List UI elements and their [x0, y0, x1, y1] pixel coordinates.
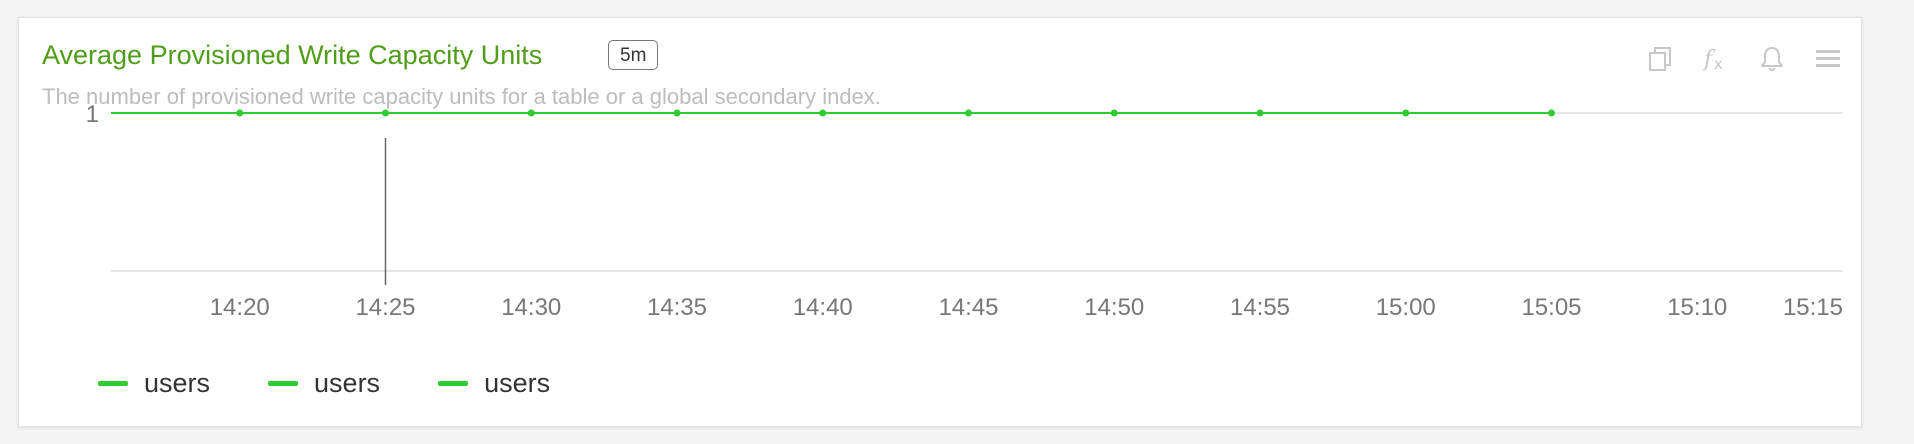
legend-label: users — [144, 368, 211, 398]
x-tick-label: 15:00 — [1376, 294, 1436, 321]
data-point — [381, 109, 389, 117]
data-point — [819, 109, 827, 117]
data-point — [964, 109, 972, 117]
x-tick-label: 14:55 — [1230, 294, 1290, 321]
chart-panel: Average Provisioned Write Capacity Units… — [18, 17, 1862, 427]
legend-item[interactable]: users — [268, 368, 380, 399]
data-point — [673, 109, 681, 117]
y-tick-label: 1 — [86, 101, 99, 128]
legend-swatch — [98, 381, 128, 386]
data-point — [1547, 109, 1555, 117]
x-tick-label: 14:50 — [1084, 294, 1144, 321]
legend-swatch — [268, 381, 299, 386]
legend-item[interactable]: users — [438, 368, 550, 399]
x-tick-label: 14:30 — [501, 294, 561, 321]
legend-label: users — [484, 368, 551, 398]
line-chart[interactable]: 1 14:20 14:25 14:30 14:35 14:40 14:45 14:50 14:5… — [19, 18, 1863, 428]
legend-label: users — [314, 368, 381, 398]
x-tick-label: 14:45 — [938, 294, 998, 321]
x-tick-label: 15:05 — [1521, 294, 1581, 321]
x-tick-label: 15:10 — [1667, 294, 1727, 321]
x-tick-label: 14:25 — [355, 294, 415, 321]
x-tick-label: 14:20 — [210, 294, 270, 321]
data-point — [236, 109, 244, 117]
x-tick-label: 15:15 — [1783, 294, 1843, 321]
data-point — [527, 109, 535, 117]
data-point — [1110, 109, 1118, 117]
chart-legend: users users users — [98, 368, 550, 399]
x-tick-label: 14:40 — [793, 294, 853, 321]
legend-item[interactable]: users — [98, 368, 210, 399]
data-point — [1402, 109, 1410, 117]
x-tick-label: 14:35 — [647, 294, 707, 321]
data-point — [1256, 109, 1264, 117]
legend-swatch — [438, 381, 469, 386]
